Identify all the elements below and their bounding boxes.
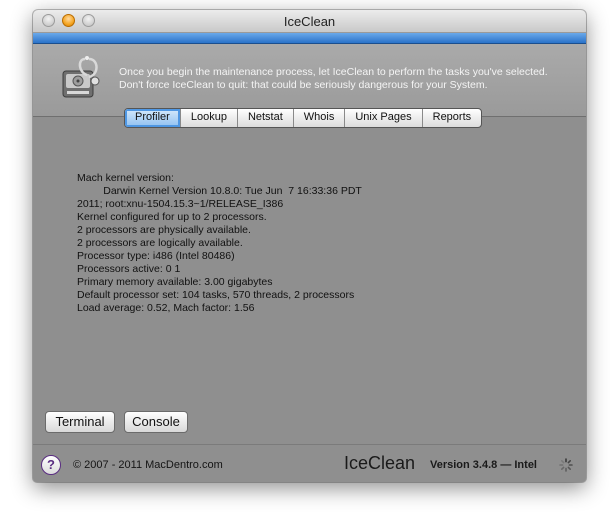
output-line: Mach kernel version: [77,172,174,184]
title-bar[interactable]: IceClean [33,10,586,33]
app-name-label: IceClean [344,453,416,473]
output-line: 2011; root:xnu-1504.15.3~1/RELEASE_I386 [77,198,284,210]
output-line: Processor type: i486 (Intel 80486) [77,250,235,262]
profiler-output: Mach kernel version: Darwin Kernel Versi… [77,172,547,315]
tab-bar: Profiler Lookup Netstat Whois Unix Pages… [124,108,483,128]
terminal-button[interactable]: Terminal [45,411,115,433]
accent-bar [33,33,586,44]
header-line-2: Don't force IceClean to quit: that could… [119,79,488,91]
header-line-1: Once you begin the maintenance process, … [119,66,548,78]
tab-netstat[interactable]: Netstat [236,109,293,127]
output-line: Kernel configured for up to 2 processors… [77,211,267,223]
footer-divider [33,444,586,445]
output-line: Darwin Kernel Version 10.8.0: Tue Jun 7 … [77,185,362,197]
output-line: Load average: 0.52, Mach factor: 1.56 [77,302,255,314]
output-line: 2 processors are logically available. [77,237,243,249]
tab-reports[interactable]: Reports [421,109,482,127]
tab-unix-pages[interactable]: Unix Pages [344,109,421,127]
output-line: Processors active: 0 1 [77,263,181,275]
version-label: Version 3.4.8 — Intel [430,459,537,471]
tab-profiler[interactable]: Profiler [125,109,180,127]
console-button[interactable]: Console [124,411,188,433]
copyright-text: © 2007 - 2011 MacDentro.com [73,459,223,471]
tab-lookup[interactable]: Lookup [179,109,237,127]
window-title: IceClean [283,14,336,29]
stethoscope-disk-icon [62,56,100,98]
tab-whois[interactable]: Whois [292,109,345,127]
output-line: 2 processors are physically available. [77,224,251,236]
output-line: Primary memory available: 3.00 gigabytes [77,276,273,288]
output-line: Default processor set: 104 tasks, 570 th… [77,289,355,301]
header-message: Once you begin the maintenance process, … [119,66,569,92]
header-panel: Once you begin the maintenance process, … [33,44,586,117]
main-window: IceClean Once you begin the maintenance … [33,10,586,482]
progress-spinner-icon [559,458,573,472]
help-button[interactable]: ? [41,455,61,475]
